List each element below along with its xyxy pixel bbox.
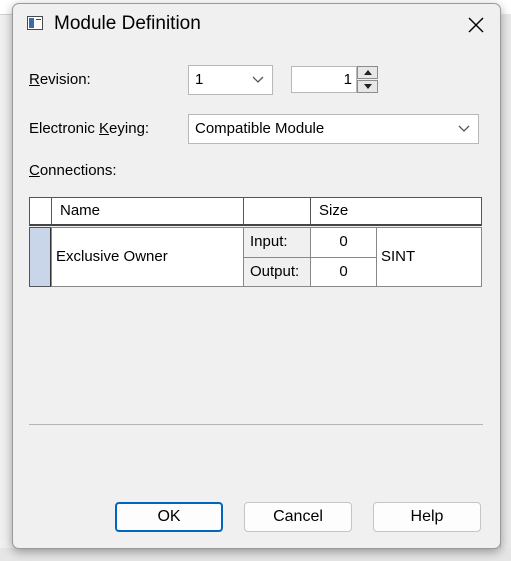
keying-label-text: eying: <box>109 120 150 137</box>
connection-name: Exclusive Owner <box>56 248 168 265</box>
connection-name-cell[interactable]: Exclusive Owner <box>51 227 244 287</box>
column-header-size[interactable]: Size <box>310 197 482 226</box>
column-header-blank[interactable] <box>243 197 311 226</box>
electronic-keying-label: Electronic Keying: <box>29 120 149 137</box>
connections-grid: Name Size Exclusive Owner Input: 0 Outpu… <box>29 197 482 287</box>
revision-label: Revision: <box>29 71 91 88</box>
help-button[interactable]: Help <box>373 502 481 532</box>
column-header-name[interactable]: Name <box>51 197 244 226</box>
connections-accel-key: C <box>29 162 40 179</box>
column-header-name-text: Name <box>60 202 101 219</box>
revision-accel-key: R <box>29 71 40 88</box>
revision-minor-value: 1 <box>343 71 352 88</box>
dialog-app-icon <box>27 16 43 30</box>
arrow-down-icon <box>364 84 372 89</box>
output-size-cell[interactable]: 0 <box>310 257 377 287</box>
electronic-keying-select[interactable]: Compatible Module <box>188 114 479 144</box>
electronic-keying-value: Compatible Module <box>195 120 325 137</box>
close-icon <box>468 17 484 33</box>
dialog-title: Module Definition <box>54 13 201 34</box>
ok-button-label: OK <box>157 508 181 525</box>
input-label: Input: <box>250 233 288 250</box>
data-type-value: SINT <box>381 248 416 265</box>
output-label: Output: <box>250 263 300 280</box>
background-window-bottom <box>0 548 511 561</box>
title-bar: Module Definition <box>13 4 500 44</box>
keying-label-prefix: Electronic <box>29 120 100 137</box>
input-size-value: 0 <box>339 233 348 250</box>
module-definition-dialog: Module Definition Revision: 1 1 Electron… <box>12 3 501 549</box>
background-window-edge <box>500 14 511 561</box>
revision-major-select[interactable]: 1 <box>188 65 273 95</box>
help-button-label: Help <box>410 508 444 525</box>
input-label-cell: Input: <box>243 227 311 258</box>
chevron-down-icon <box>252 76 264 83</box>
separator-line <box>29 424 483 425</box>
spin-up-button[interactable] <box>357 66 378 79</box>
cancel-button-label: Cancel <box>273 508 323 525</box>
revision-minor-spinner <box>357 66 378 93</box>
input-size-cell[interactable]: 0 <box>310 227 377 258</box>
column-header-size-text: Size <box>319 202 349 219</box>
connections-label-text: onnections: <box>39 162 117 179</box>
arrow-up-icon <box>364 70 372 75</box>
ok-button[interactable]: OK <box>115 502 223 532</box>
row-selector[interactable] <box>29 227 52 287</box>
cancel-button[interactable]: Cancel <box>244 502 352 532</box>
connections-label: Connections: <box>29 162 117 179</box>
output-label-cell: Output: <box>243 257 311 287</box>
data-type-cell[interactable]: SINT <box>376 227 482 287</box>
revision-major-value: 1 <box>195 71 204 88</box>
revision-label-text: evision: <box>39 71 91 88</box>
spin-down-button[interactable] <box>357 80 378 93</box>
close-button[interactable] <box>459 8 493 42</box>
keying-accel-key: K <box>99 120 110 137</box>
revision-minor-input[interactable]: 1 <box>291 66 357 93</box>
chevron-down-icon <box>458 125 470 132</box>
output-size-value: 0 <box>339 263 348 280</box>
grid-corner-header <box>29 197 52 226</box>
